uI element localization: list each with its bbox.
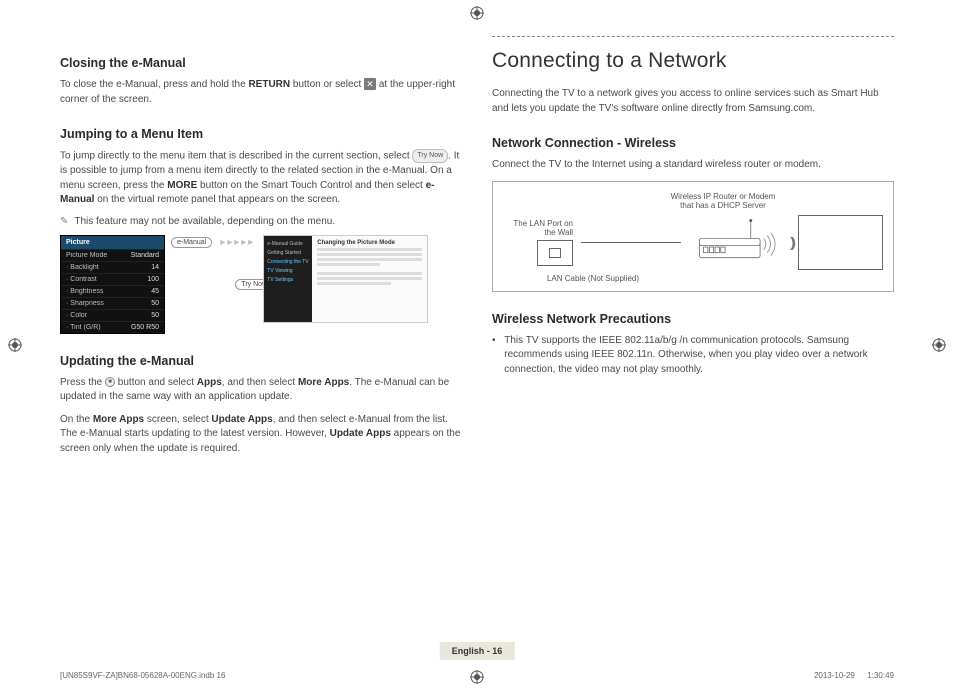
label: · Backlight	[66, 264, 99, 271]
wifi-wave-icon: )))	[790, 234, 792, 250]
wall-port-icon	[537, 240, 573, 266]
closing-paragraph: To close the e-Manual, press and hold th…	[60, 78, 462, 107]
heading-wireless: Network Connection - Wireless	[492, 136, 894, 150]
text: Update Apps	[330, 428, 391, 439]
registration-mark-icon	[932, 338, 946, 352]
footer-meta: [UN85S9VF-ZA]BN68-05628A-00ENG.indb 16 2…	[60, 671, 894, 680]
emanual-body: Changing the Picture Mode	[312, 236, 427, 322]
sidebar-item: e-Manual Guide	[267, 240, 309, 249]
text: screen, select	[144, 414, 211, 425]
text: RETURN	[248, 79, 290, 90]
label: Picture Mode	[66, 252, 107, 259]
text: Press the	[60, 377, 105, 388]
jumping-paragraph: To jump directly to the menu item that i…	[60, 149, 462, 208]
wall-port-label: The LAN Port on the Wall	[503, 219, 573, 238]
page-title: Connecting to a Network	[492, 49, 894, 73]
label: · Brightness	[66, 288, 103, 295]
heading-closing: Closing the e-Manual	[60, 56, 462, 70]
updating-p2: On the More Apps screen, select Update A…	[60, 413, 462, 457]
text: button or select	[290, 79, 364, 90]
value: 100	[147, 276, 159, 283]
emanual-figure: Picture Picture Mode Standard · Backlight…	[60, 235, 462, 334]
smarthub-icon: ■	[105, 377, 115, 387]
text: , and then select	[222, 377, 298, 388]
arrow-dots-icon: ▸▸▸▸▸	[220, 237, 255, 248]
try-now-icon: Try Now	[412, 149, 448, 163]
cable-label: LAN Cable (Not Supplied)	[523, 274, 663, 283]
tv-icon	[798, 215, 883, 270]
sidebar-item: TV Settings	[267, 276, 309, 285]
page: Closing the e-Manual To close the e-Manu…	[0, 0, 954, 690]
picture-menu-mock: Picture Picture Mode Standard · Backlight…	[60, 235, 165, 334]
value: G50 R50	[131, 324, 159, 331]
registration-mark-icon	[8, 338, 22, 352]
label: · Tint (G/R)	[66, 324, 101, 331]
emanual-page-mock: e-Manual Guide Getting Started Connectin…	[263, 235, 428, 323]
text: Apps	[197, 377, 222, 388]
value: 45	[151, 288, 159, 295]
bullet-text: This TV supports the IEEE 802.11a/b/g /n…	[504, 334, 894, 378]
note: ✎ This feature may not be available, dep…	[60, 216, 462, 227]
heading-precautions: Wireless Network Precautions	[492, 312, 894, 326]
sidebar-item: Connecting the TV	[267, 258, 309, 267]
right-column: Connecting to a Network Connecting the T…	[492, 36, 894, 464]
page-number-badge: English - 16	[440, 642, 515, 660]
cable-line	[581, 242, 681, 243]
sidebar-item: TV Viewing	[267, 267, 309, 276]
value: 50	[151, 300, 159, 307]
text: More Apps	[93, 414, 144, 425]
left-column: Closing the e-Manual To close the e-Manu…	[60, 36, 462, 464]
updating-p1: Press the ■ button and select Apps, and …	[60, 376, 462, 405]
text: MORE	[167, 180, 197, 191]
text: on the virtual remote panel that appears…	[94, 194, 340, 205]
bullet-icon: •	[492, 334, 496, 378]
picture-menu-title: Picture	[61, 236, 164, 249]
intro-text: Connecting the TV to a network gives you…	[492, 87, 894, 116]
text: More Apps	[298, 377, 349, 388]
label: · Contrast	[66, 276, 97, 283]
note-text: This feature may not be available, depen…	[74, 216, 335, 227]
footer-date: 2013-10-29 1:30:49	[814, 671, 894, 680]
registration-mark-icon	[470, 6, 484, 20]
value: Standard	[131, 252, 159, 259]
label: · Sharpness	[66, 300, 104, 307]
footer-file: [UN85S9VF-ZA]BN68-05628A-00ENG.indb 16	[60, 671, 225, 680]
router-label: Wireless IP Router or Modem that has a D…	[563, 192, 883, 211]
note-icon: ✎	[60, 216, 68, 227]
wireless-paragraph: Connect the TV to the Internet using a s…	[492, 158, 894, 173]
close-icon: ✕	[364, 78, 376, 90]
router-diagram: Wireless IP Router or Modem that has a D…	[492, 181, 894, 292]
emanual-pill: e-Manual	[171, 237, 212, 248]
text: To close the e-Manual, press and hold th…	[60, 79, 248, 90]
heading-updating: Updating the e-Manual	[60, 354, 462, 368]
value: 14	[151, 264, 159, 271]
precaution-item: • This TV supports the IEEE 802.11a/b/g …	[492, 334, 894, 378]
router-icon	[689, 217, 784, 267]
text: button and select	[115, 377, 197, 388]
emanual-sidebar: e-Manual Guide Getting Started Connectin…	[264, 236, 312, 322]
heading-jumping: Jumping to a Menu Item	[60, 127, 462, 141]
text: button on the Smart Touch Control and th…	[197, 180, 425, 191]
text: On the	[60, 414, 93, 425]
text: Update Apps	[211, 414, 272, 425]
emanual-body-title: Changing the Picture Mode	[317, 240, 422, 246]
text: To jump directly to the menu item that i…	[60, 151, 412, 162]
value: 50	[151, 312, 159, 319]
sidebar-item: Getting Started	[267, 249, 309, 258]
label: · Color	[66, 312, 87, 319]
